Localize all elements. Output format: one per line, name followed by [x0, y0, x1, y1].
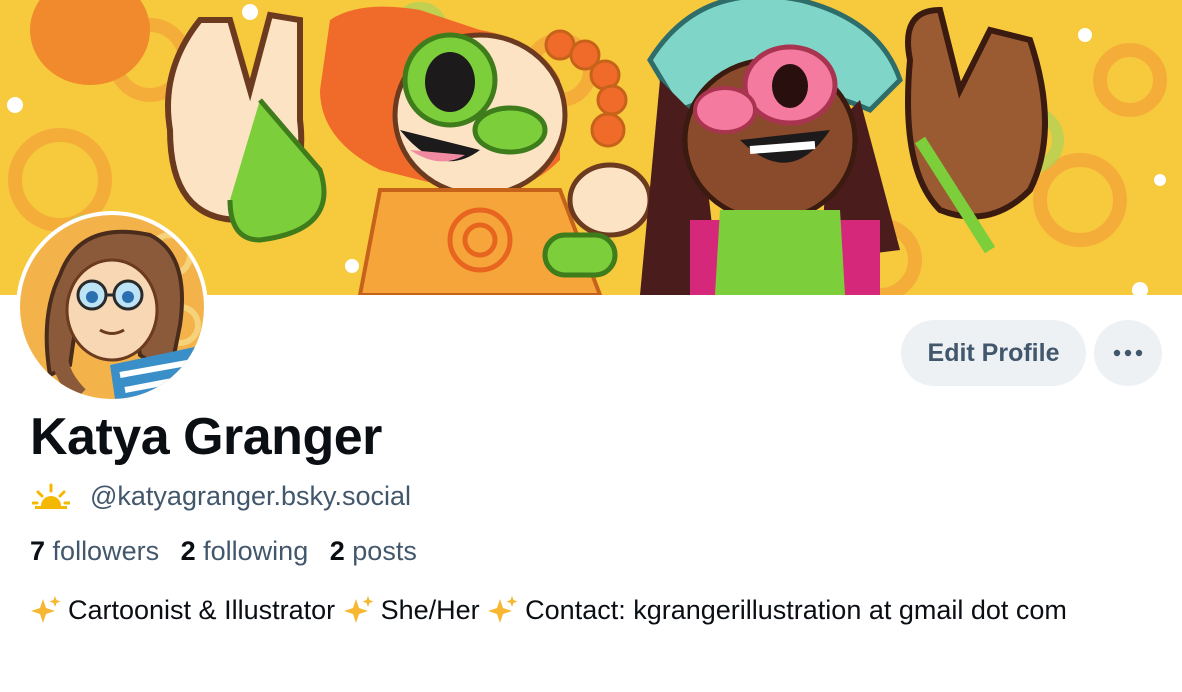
sunrise-icon — [32, 483, 70, 509]
following-stat[interactable]: 2 following — [181, 536, 309, 566]
ellipsis-icon — [1113, 349, 1143, 357]
followers-label: followers — [52, 536, 160, 566]
bio-segment-3: Contact: kgrangerillustration at gmail d… — [525, 595, 1067, 625]
bio-segment-1: Cartoonist & Illustrator — [68, 595, 343, 625]
followers-stat[interactable]: 7 followers — [30, 536, 159, 566]
following-label: following — [203, 536, 309, 566]
posts-stat: 2 posts — [330, 536, 417, 566]
profile-bio: Cartoonist & Illustrator She/Her Contact… — [30, 590, 1160, 630]
followers-count: 7 — [30, 536, 46, 566]
sparkles-icon — [343, 596, 374, 623]
profile-stats: 7 followers 2 following 2 posts — [30, 533, 431, 569]
more-options-button[interactable] — [1094, 320, 1162, 386]
avatar[interactable] — [20, 215, 204, 399]
sparkles-icon — [31, 596, 61, 623]
display-name: Katya Granger — [30, 408, 382, 466]
following-count: 2 — [180, 536, 196, 566]
bio-segment-2: She/Her — [380, 595, 488, 625]
posts-label: posts — [352, 536, 417, 566]
handle-row: @katyagranger.bsky.social — [32, 478, 411, 514]
profile-handle[interactable]: @katyagranger.bsky.social — [90, 481, 411, 512]
avatar-illustration — [20, 215, 204, 399]
sparkles-icon — [488, 596, 518, 623]
edit-profile-button[interactable]: Edit Profile — [901, 320, 1086, 386]
posts-count: 2 — [329, 536, 345, 566]
